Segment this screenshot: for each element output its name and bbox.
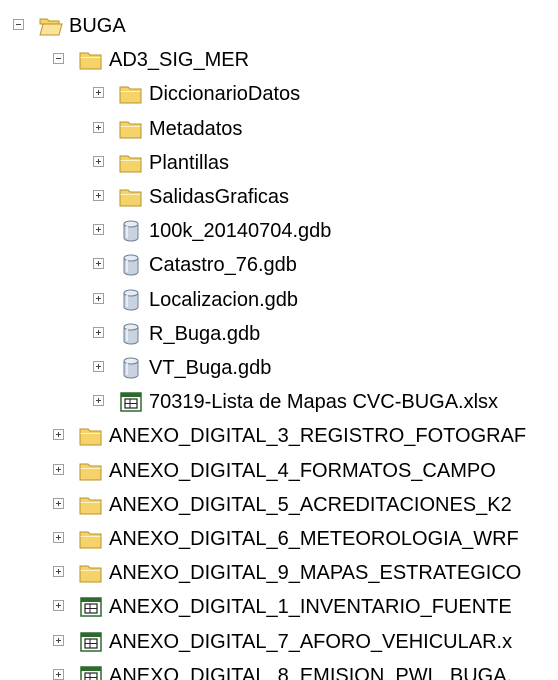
- expand-toggle[interactable]: [93, 326, 104, 338]
- tree-item-label[interactable]: VT_Buga.gdb: [149, 356, 271, 380]
- tree-row[interactable]: VT_Buga.gdb: [0, 351, 558, 385]
- tree-item-label[interactable]: Localizacion.gdb: [149, 288, 298, 312]
- tree-item-label[interactable]: BUGA: [69, 14, 126, 38]
- expand-toggle[interactable]: [93, 292, 104, 304]
- tree-row[interactable]: Metadatos: [0, 112, 558, 146]
- tree-row[interactable]: AD3_SIG_MER: [0, 43, 558, 77]
- expand-toggle[interactable]: [93, 258, 104, 270]
- tree-row[interactable]: R_Buga.gdb: [0, 317, 558, 351]
- tree-item-label[interactable]: ANEXO_DIGITAL_9_MAPAS_ESTRATEGICO: [109, 561, 521, 585]
- folder-icon: [119, 152, 143, 174]
- tree-item-label[interactable]: ANEXO_DIGITAL_7_AFORO_VEHICULAR.x: [109, 630, 512, 654]
- expand-toggle[interactable]: [53, 429, 64, 441]
- folder-icon: [79, 49, 103, 71]
- folder-open-icon: [39, 15, 63, 37]
- tree-item-label[interactable]: DiccionarioDatos: [149, 82, 300, 106]
- tree-row[interactable]: BUGA: [0, 9, 558, 43]
- tree-row[interactable]: ANEXO_DIGITAL_7_AFORO_VEHICULAR.x: [0, 625, 558, 659]
- tree-row[interactable]: Localizacion.gdb: [0, 283, 558, 317]
- folder-icon: [79, 425, 103, 447]
- spreadsheet-icon: [119, 391, 143, 413]
- tree-row[interactable]: ANEXO_DIGITAL_6_METEOROLOGIA_WRF: [0, 522, 558, 556]
- tree-item-label[interactable]: R_Buga.gdb: [149, 322, 260, 346]
- tree-row[interactable]: 70319-Lista de Mapas CVC-BUGA.xlsx: [0, 385, 558, 419]
- expand-toggle[interactable]: [93, 395, 104, 407]
- geodatabase-icon: [119, 323, 143, 345]
- spreadsheet-icon: [79, 596, 103, 618]
- tree-item-label[interactable]: ANEXO_DIGITAL_3_REGISTRO_FOTOGRAF: [109, 424, 526, 448]
- expand-toggle[interactable]: [53, 634, 64, 646]
- tree-item-label[interactable]: ANEXO_DIGITAL_6_METEOROLOGIA_WRF: [109, 527, 519, 551]
- tree-row[interactable]: ANEXO_DIGITAL_5_ACREDITACIONES_K2: [0, 488, 558, 522]
- tree-item-label[interactable]: Plantillas: [149, 151, 229, 175]
- tree-item-label[interactable]: Catastro_76.gdb: [149, 253, 297, 277]
- expand-toggle[interactable]: [93, 190, 104, 201]
- tree-row[interactable]: ANEXO_DIGITAL_9_MAPAS_ESTRATEGICO: [0, 556, 558, 590]
- folder-icon: [119, 83, 143, 105]
- tree-item-label[interactable]: 100k_20140704.gdb: [149, 219, 331, 243]
- tree-item-label[interactable]: AD3_SIG_MER: [109, 48, 249, 72]
- tree-item-label[interactable]: 70319-Lista de Mapas CVC-BUGA.xlsx: [149, 390, 498, 414]
- expand-toggle[interactable]: [53, 463, 64, 475]
- expand-toggle[interactable]: [93, 224, 104, 236]
- tree-item-label[interactable]: ANEXO_DIGITAL_5_ACREDITACIONES_K2: [109, 493, 512, 517]
- tree-item-label[interactable]: ANEXO_DIGITAL_4_FORMATOS_CAMPO: [109, 459, 496, 483]
- geodatabase-icon: [119, 254, 143, 276]
- expand-toggle[interactable]: [93, 155, 104, 167]
- folder-icon: [79, 528, 103, 550]
- catalog-tree: BUGA AD3_SIG_MER DiccionarioDatos Metadatos…: [0, 0, 558, 680]
- tree-row[interactable]: Catastro_76.gdb: [0, 248, 558, 282]
- expand-toggle[interactable]: [53, 532, 64, 543]
- expand-toggle[interactable]: [53, 566, 64, 578]
- geodatabase-icon: [119, 357, 143, 379]
- spreadsheet-icon: [79, 665, 103, 680]
- tree-row[interactable]: DiccionarioDatos: [0, 77, 558, 111]
- expand-toggle[interactable]: [53, 497, 64, 509]
- expand-toggle[interactable]: [53, 600, 64, 612]
- tree-row[interactable]: ANEXO_DIGITAL_8_EMISION_PWL_BUGA.: [0, 659, 558, 680]
- expand-toggle[interactable]: [53, 668, 64, 680]
- tree-row[interactable]: ANEXO_DIGITAL_3_REGISTRO_FOTOGRAF: [0, 419, 558, 453]
- geodatabase-icon: [119, 289, 143, 311]
- folder-icon: [79, 460, 103, 482]
- tree-row[interactable]: SalidasGraficas: [0, 180, 558, 214]
- tree-row[interactable]: ANEXO_DIGITAL_4_FORMATOS_CAMPO: [0, 454, 558, 488]
- tree-item-label[interactable]: SalidasGraficas: [149, 185, 289, 209]
- geodatabase-icon: [119, 220, 143, 242]
- spreadsheet-icon: [79, 631, 103, 653]
- tree-item-label[interactable]: ANEXO_DIGITAL_8_EMISION_PWL_BUGA.: [109, 664, 512, 680]
- folder-icon: [79, 562, 103, 584]
- folder-icon: [79, 494, 103, 516]
- expand-toggle[interactable]: [93, 87, 104, 99]
- tree-row[interactable]: Plantillas: [0, 146, 558, 180]
- expand-toggle[interactable]: [93, 121, 104, 133]
- tree-row[interactable]: ANEXO_DIGITAL_1_INVENTARIO_FUENTE: [0, 590, 558, 624]
- folder-icon: [119, 118, 143, 140]
- folder-icon: [119, 186, 143, 208]
- collapse-toggle[interactable]: [13, 19, 24, 30]
- expand-toggle[interactable]: [93, 361, 104, 372]
- collapse-toggle[interactable]: [53, 53, 64, 65]
- tree-item-label[interactable]: Metadatos: [149, 117, 242, 141]
- tree-item-label[interactable]: ANEXO_DIGITAL_1_INVENTARIO_FUENTE: [109, 595, 512, 619]
- tree-row[interactable]: 100k_20140704.gdb: [0, 214, 558, 248]
